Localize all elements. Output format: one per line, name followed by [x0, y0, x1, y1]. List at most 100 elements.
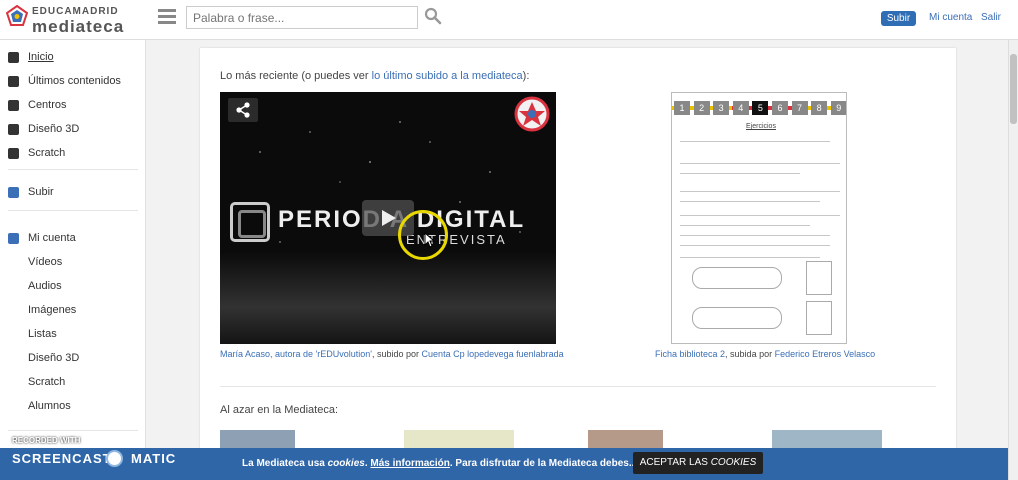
logout-link[interactable]: Salir: [981, 12, 1001, 23]
page-tab-active[interactable]: 5: [752, 101, 769, 115]
doc-text-line: [680, 257, 820, 258]
sidebar-item-audios[interactable]: Audios: [28, 278, 62, 294]
accept-cookies-button[interactable]: ACEPTAR LAS COOKIES: [633, 452, 763, 474]
watermark-screencast: SCREENCAST: [12, 451, 112, 466]
section-divider: [220, 386, 936, 387]
educamadrid-logo-icon: [6, 5, 28, 26]
mouse-cursor-icon: [424, 232, 436, 248]
page-tab[interactable]: 1: [674, 101, 690, 115]
my-account-link[interactable]: Mi cuenta: [929, 12, 972, 23]
page-tab[interactable]: 9: [830, 101, 846, 115]
document-caption: Ficha biblioteca 2, subida por Federico …: [655, 349, 875, 359]
doc-image-box: [806, 301, 832, 335]
home-icon: [8, 51, 19, 63]
channel-logo-icon: [514, 96, 550, 132]
recent-prefix: Lo más reciente (o puedes ver: [220, 70, 372, 82]
document-page-tabs: 1 2 3 4 5 6 7 8 9: [674, 101, 846, 115]
video-caption: María Acaso, autora de 'rEDUvolution', s…: [220, 349, 564, 359]
sidebar-item-lists[interactable]: Listas: [28, 326, 57, 342]
page-tab[interactable]: 7: [791, 101, 808, 115]
file-icon: [8, 75, 19, 87]
sidebar-item-label: Listas: [28, 328, 57, 340]
watermark-matic: MATIC: [131, 451, 177, 466]
sidebar-item-label: Centros: [28, 99, 67, 111]
document-author-link[interactable]: Federico Etreros Velasco: [775, 349, 876, 359]
sidebar-item-label: Audios: [28, 280, 62, 292]
sidebar-item-label: Mi cuenta: [28, 232, 76, 244]
sidebar-item-latest[interactable]: Últimos contenidos: [8, 73, 121, 89]
video-player[interactable]: PERIOD A DIGITAL ENTREVISTA: [220, 92, 556, 344]
recent-heading: Lo más reciente (o puedes ver lo último …: [220, 70, 529, 82]
cube-icon: [8, 123, 19, 135]
main-content: Lo más reciente (o puedes ver lo último …: [200, 48, 956, 480]
page-tab[interactable]: 2: [693, 101, 710, 115]
page-tab[interactable]: 6: [771, 101, 788, 115]
doc-text-line: [680, 215, 840, 216]
page-tab[interactable]: 4: [732, 101, 749, 115]
menu-icon[interactable]: [158, 9, 176, 25]
cookie-text-part: cookies: [327, 458, 365, 469]
share-button[interactable]: [228, 98, 258, 122]
top-header: EDUCAMADRID mediateca Subir Mi cuenta Sa…: [0, 0, 1018, 40]
user-icon: [8, 232, 19, 244]
cookie-more-info-link[interactable]: Más información: [370, 458, 449, 469]
document-heading: Ejercicios: [746, 123, 776, 130]
cookie-message: La Mediateca usa cookies. Más informació…: [242, 458, 637, 469]
search-input[interactable]: [186, 6, 418, 29]
watermark-recorded: RECORDED WITH: [12, 436, 81, 445]
video-author-link[interactable]: Cuenta Cp lopedevega fuenlabrada: [422, 349, 564, 359]
caption-by: , subida por: [725, 349, 775, 359]
doc-answer-box: [692, 307, 782, 329]
scrollbar-thumb[interactable]: [1010, 54, 1017, 124]
accept-label: ACEPTAR LAS: [639, 457, 711, 468]
page-tab[interactable]: 3: [713, 101, 730, 115]
educamadrid-logo[interactable]: EDUCAMADRID mediateca: [6, 4, 136, 36]
doc-text-line: [680, 201, 820, 202]
upload-icon: [8, 186, 19, 198]
sidebar-item-inicio[interactable]: Inicio: [8, 49, 54, 65]
video-floor: [220, 252, 556, 344]
search-icon[interactable]: [424, 7, 442, 25]
page-tab[interactable]: 8: [811, 101, 828, 115]
doc-text-line: [680, 141, 830, 142]
doc-answer-box: [692, 267, 782, 289]
cookie-text-part: La Mediateca usa: [242, 458, 328, 469]
upload-button[interactable]: Subir: [881, 11, 916, 26]
building-icon: [8, 99, 19, 111]
sidebar-item-3d[interactable]: Diseño 3D: [8, 121, 79, 137]
doc-text-line: [680, 235, 830, 236]
sidebar-item-account[interactable]: Mi cuenta: [8, 230, 76, 246]
sidebar-item-upload[interactable]: Subir: [8, 184, 54, 200]
sidebar-item-label: Diseño 3D: [28, 352, 80, 364]
random-section-title: Al azar en la Mediateca:: [220, 404, 339, 416]
sidebar-item-label: Imágenes: [28, 304, 77, 316]
sidebar-item-students[interactable]: Alumnos: [28, 398, 71, 414]
sidebar-item-label: Vídeos: [28, 256, 63, 268]
sidebar-item-scratch-sub[interactable]: Scratch: [28, 374, 65, 390]
page-scrollbar[interactable]: [1008, 40, 1018, 480]
sidebar-item-label: Scratch: [28, 147, 66, 159]
video-title-link[interactable]: María Acaso, autora de 'rEDUvolution': [220, 349, 372, 359]
cookie-text-part: . Para disfrutar de la Mediateca debes..…: [449, 458, 638, 469]
sidebar: Inicio Últimos contenidos Centros Diseño…: [0, 40, 146, 480]
doc-text-line: [680, 245, 830, 246]
sidebar-divider: [8, 430, 138, 431]
share-icon: [236, 102, 250, 118]
sidebar-divider: [8, 210, 138, 211]
sidebar-item-images[interactable]: Imágenes: [28, 302, 76, 318]
sidebar-item-scratch[interactable]: Scratch: [8, 145, 65, 161]
document-title-link[interactable]: Ficha biblioteca 2: [655, 349, 725, 359]
sidebar-item-3d-sub[interactable]: Diseño 3D: [28, 350, 79, 366]
caption-by: , subido por: [372, 349, 422, 359]
watermark-logo-icon: [106, 450, 123, 467]
latest-uploads-link[interactable]: lo último subido a la mediateca: [372, 70, 523, 82]
document-preview[interactable]: 1 2 3 4 5 6 7 8 9 Ejercicios: [671, 92, 847, 344]
doc-text-line: [680, 173, 800, 174]
frame-logo-inner-icon: [238, 210, 266, 238]
sidebar-item-centros[interactable]: Centros: [8, 97, 67, 113]
sidebar-item-videos[interactable]: Vídeos: [28, 254, 62, 270]
sidebar-item-label: Últimos contenidos: [28, 75, 121, 87]
sidebar-item-label: Diseño 3D: [28, 123, 80, 135]
doc-text-line: [680, 163, 840, 164]
logo-bottom-text: mediateca: [32, 17, 125, 36]
